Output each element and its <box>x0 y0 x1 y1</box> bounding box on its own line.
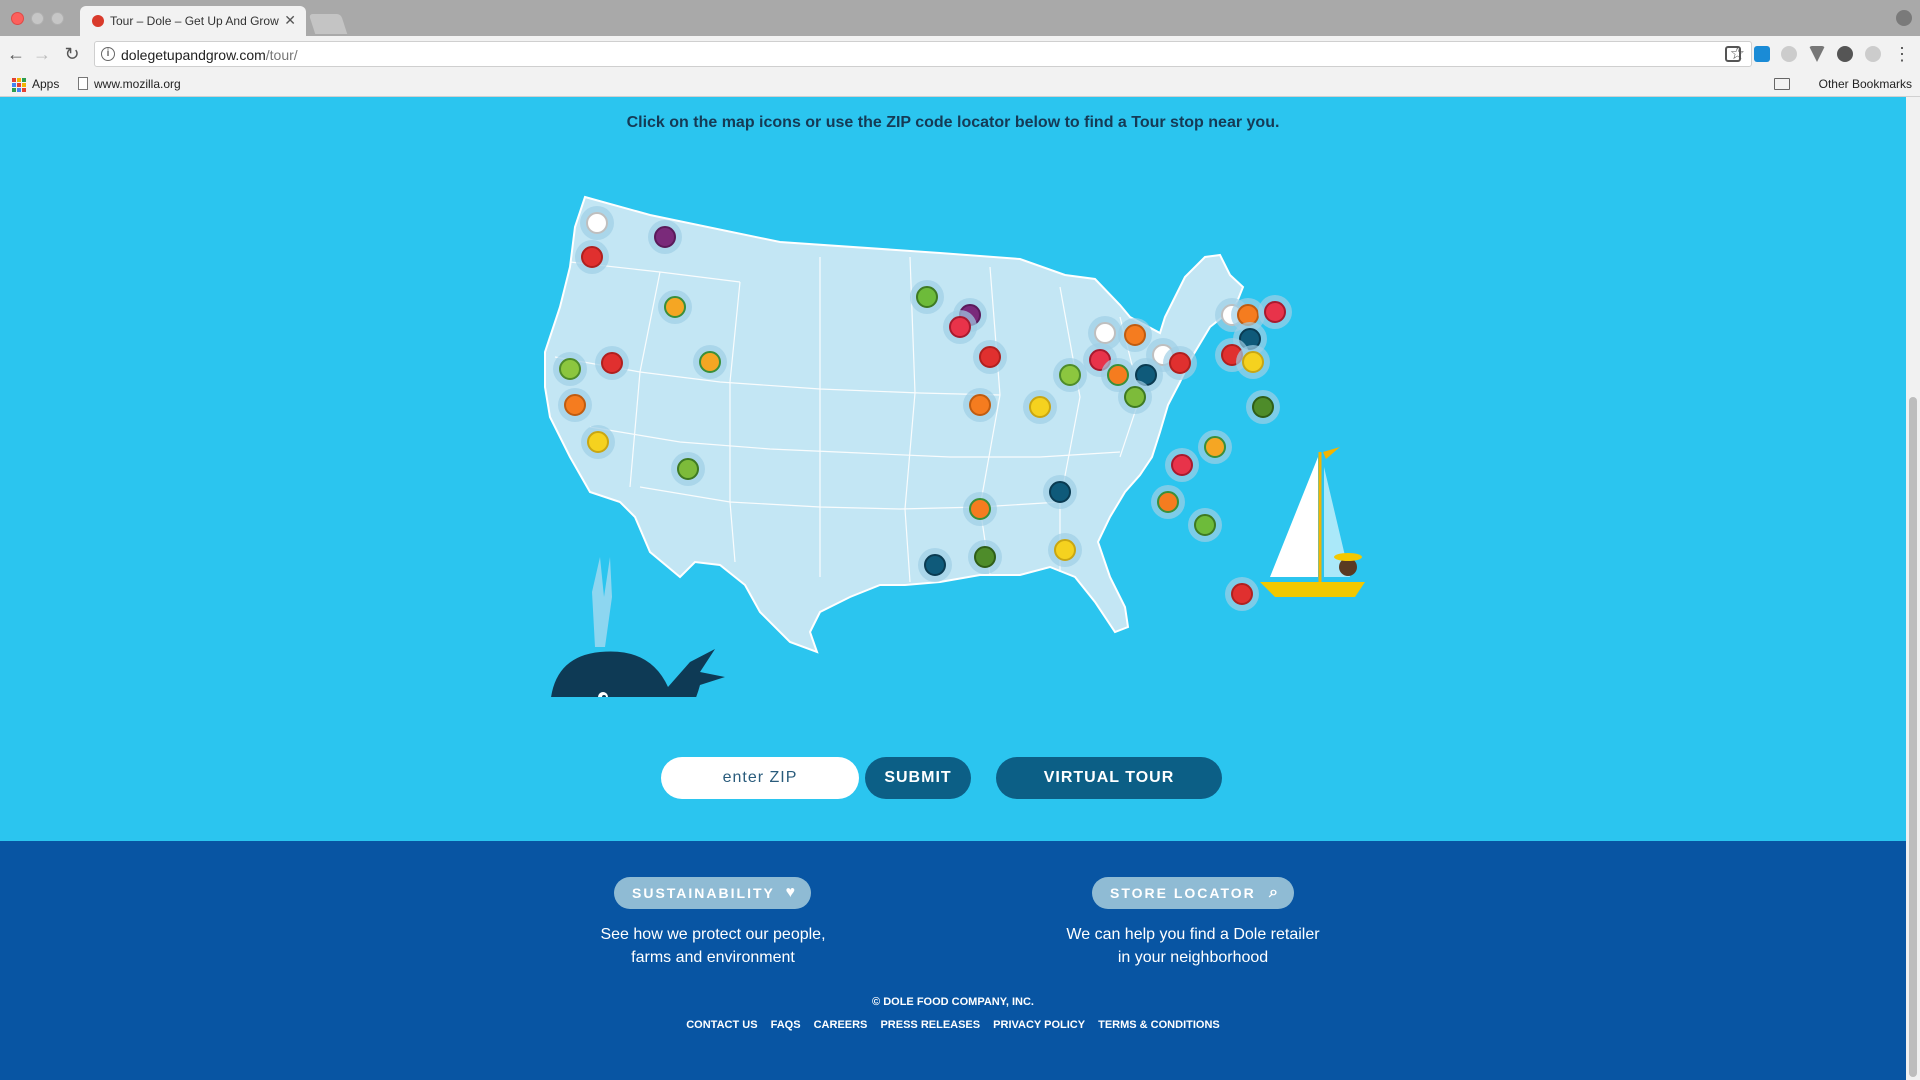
heart-icon: ♥ <box>785 884 797 901</box>
broccoli-icon[interactable] <box>1246 390 1280 424</box>
footer-link-contact[interactable]: CONTACT US <box>686 1019 757 1031</box>
raspberry-icon[interactable] <box>943 310 977 344</box>
tab-title: Tour – Dole – Get Up And Grow <box>110 14 279 28</box>
strawberry-icon[interactable] <box>973 340 1007 374</box>
profile-icon[interactable] <box>1896 10 1912 26</box>
virtual-tour-button[interactable]: VIRTUAL TOUR <box>996 757 1222 799</box>
us-map-shape <box>544 195 1245 654</box>
store-locator-label: STORE LOCATOR <box>1110 885 1256 901</box>
footer-link-terms[interactable]: TERMS & CONDITIONS <box>1098 1019 1220 1031</box>
info-icon[interactable]: i <box>101 47 115 61</box>
browser-tab-bar: Tour – Dole – Get Up And Grow ✕ <box>0 0 1920 36</box>
strawberry-icon[interactable] <box>575 240 609 274</box>
wordpress-icon[interactable] <box>1837 46 1853 62</box>
spinach-leaf-icon[interactable] <box>1188 508 1222 542</box>
carrot-icon[interactable] <box>963 492 997 526</box>
lettuce-icon[interactable] <box>553 352 587 386</box>
sustainability-label: SUSTAINABILITY <box>632 885 775 901</box>
window-close-button[interactable] <box>11 12 24 25</box>
cucumber-icon[interactable] <box>671 452 705 486</box>
blueberry-icon[interactable] <box>1043 475 1077 509</box>
window-minimize-button[interactable] <box>31 12 44 25</box>
orange-icon[interactable] <box>1118 318 1152 352</box>
extension-ghost-icon[interactable] <box>1865 46 1881 62</box>
whale-illustration <box>551 557 725 697</box>
reload-icon[interactable]: ↻ <box>60 42 84 66</box>
search-icon: ⌕ <box>1269 884 1280 901</box>
footer-links: CONTACT US FAQS CAREERS PRESS RELEASES P… <box>0 1019 1906 1031</box>
copyright: © DOLE FOOD COMPANY, INC. <box>872 996 1034 1008</box>
us-tour-map <box>544 195 1365 697</box>
extension-shield-icon[interactable] <box>1809 46 1825 62</box>
browser-tab[interactable]: Tour – Dole – Get Up And Grow ✕ <box>80 6 306 36</box>
close-tab-icon[interactable]: ✕ <box>284 12 296 29</box>
pineapple-icon[interactable] <box>658 290 692 324</box>
store-locator-description: We can help you find a Dole retailer in … <box>1066 926 1320 966</box>
page-icon <box>78 77 88 90</box>
extension-gray-icon[interactable] <box>1781 46 1797 62</box>
strawberry-favicon-icon <box>92 15 104 27</box>
zip-code-input[interactable] <box>661 757 859 799</box>
footer-link-faqs[interactable]: FAQS <box>771 1019 801 1031</box>
sustainability-button[interactable]: SUSTAINABILITY ♥ <box>614 877 811 909</box>
strawberry-icon[interactable] <box>595 346 629 380</box>
extension-cast-icon[interactable] <box>1725 46 1741 62</box>
spinach-leaf-icon[interactable] <box>910 280 944 314</box>
bookmarks-bar: Apps www.mozilla.org Other Bookmarks <box>0 72 1920 97</box>
banana-icon[interactable] <box>1023 390 1057 424</box>
lettuce-icon[interactable] <box>1053 358 1087 392</box>
pineapple-icon[interactable] <box>1198 430 1232 464</box>
carrot-icon[interactable] <box>1151 485 1185 519</box>
back-arrow-icon[interactable]: ← <box>4 42 28 66</box>
tour-page: Click on the map icons or use the ZIP co… <box>0 97 1906 1080</box>
footer: SUSTAINABILITY ♥ See how we protect our … <box>0 841 1906 1080</box>
page-scrollbar[interactable] <box>1906 97 1920 1080</box>
grapes-icon[interactable] <box>648 220 682 254</box>
browser-toolbar: ← → ↻ i dolegetupandgrow.com/tour/ ☆ ⋮ <box>0 36 1920 72</box>
bookmark-other[interactable]: Other Bookmarks <box>1819 77 1912 91</box>
strawberry-icon[interactable] <box>1225 577 1259 611</box>
sailboat-illustration <box>1260 447 1365 597</box>
new-tab-button[interactable] <box>308 14 348 34</box>
menu-dots-icon[interactable]: ⋮ <box>1890 42 1914 66</box>
footer-link-careers[interactable]: CAREERS <box>814 1019 868 1031</box>
mushroom-icon[interactable] <box>580 206 614 240</box>
carrot-icon[interactable] <box>1101 358 1135 392</box>
forward-arrow-icon[interactable]: → <box>30 42 54 66</box>
address-bar[interactable]: i dolegetupandgrow.com/tour/ ☆ <box>94 41 1752 67</box>
store-locator-button[interactable]: STORE LOCATOR ⌕ <box>1092 877 1294 909</box>
pineapple-icon[interactable] <box>693 345 727 379</box>
raspberry-icon[interactable] <box>1165 448 1199 482</box>
blueberry-icon[interactable] <box>918 548 952 582</box>
banana-icon[interactable] <box>1048 533 1082 567</box>
orange-icon[interactable] <box>963 388 997 422</box>
folder-icon <box>1774 78 1790 90</box>
strawberry-icon[interactable] <box>1163 346 1197 380</box>
banana-icon[interactable] <box>1236 345 1270 379</box>
footer-link-privacy[interactable]: PRIVACY POLICY <box>993 1019 1085 1031</box>
apps-grid-icon[interactable] <box>12 78 26 92</box>
raspberry-icon[interactable] <box>1258 295 1292 329</box>
url-text: dolegetupandgrow.com/tour/ <box>121 47 298 63</box>
window-maximize-button[interactable] <box>51 12 64 25</box>
scrollbar-thumb[interactable] <box>1909 397 1917 1077</box>
bookmark-mozilla[interactable]: www.mozilla.org <box>94 77 181 91</box>
orange-icon[interactable] <box>558 388 592 422</box>
submit-button[interactable]: SUBMIT <box>865 757 971 799</box>
extension-blue-icon[interactable] <box>1754 46 1770 62</box>
footer-link-press[interactable]: PRESS RELEASES <box>880 1019 980 1031</box>
broccoli-icon[interactable] <box>968 540 1002 574</box>
bookmark-apps[interactable]: Apps <box>32 77 59 91</box>
sustainability-description: See how we protect our people, farms and… <box>600 926 826 966</box>
banana-icon[interactable] <box>581 425 615 459</box>
map-instructions: Click on the map icons or use the ZIP co… <box>626 114 1280 131</box>
